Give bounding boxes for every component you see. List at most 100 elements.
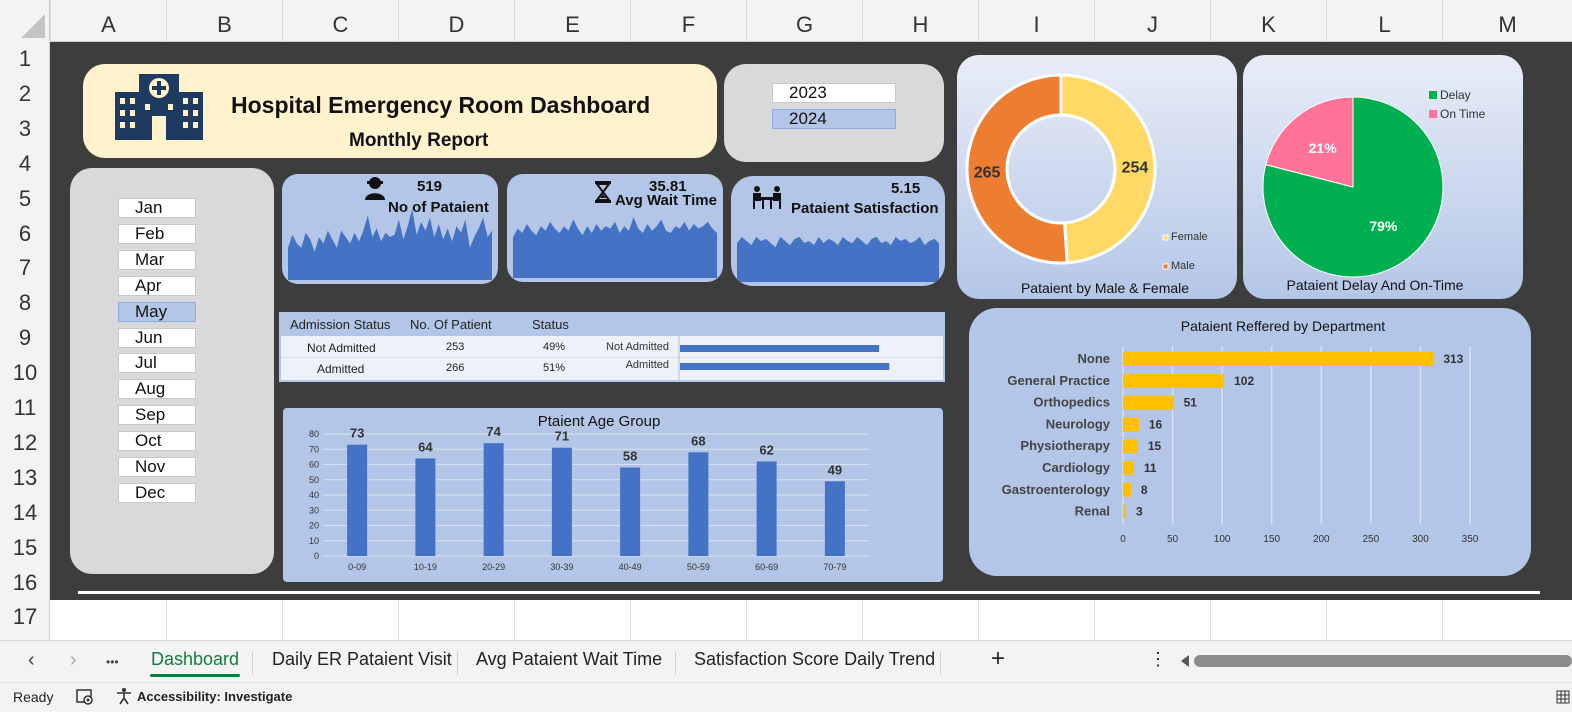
scroll-left-icon[interactable] [1180, 655, 1190, 667]
column-header-c[interactable]: C [282, 0, 398, 42]
row-header-13[interactable]: 13 [0, 465, 50, 491]
slice-value-label: 265 [974, 164, 1001, 181]
gender-donut-chart: 254 265 Female Male Pataient by Male & Femal… [965, 73, 1208, 296]
data-label: 73 [350, 426, 364, 441]
macro-record-icon[interactable] [76, 689, 94, 705]
tab-satisfaction-trend[interactable]: Satisfaction Score Daily Trend [694, 649, 935, 670]
status-ready: Ready [13, 689, 54, 705]
data-label: 68 [691, 433, 705, 448]
row-header-6[interactable]: 6 [0, 221, 50, 247]
category-label: General Practice [1007, 373, 1110, 388]
y-tick-label: 80 [309, 429, 319, 439]
column-header-a[interactable]: A [50, 0, 166, 42]
x-tick-label: 100 [1214, 534, 1231, 545]
row-header-15[interactable]: 15 [0, 535, 50, 561]
patients-sparkline [288, 209, 492, 280]
data-label: 51 [1184, 396, 1198, 410]
add-sheet-button[interactable]: + [991, 645, 1005, 673]
column-header-m[interactable]: M [1442, 0, 1572, 42]
chart-title: Pataient by Male & Female [1021, 280, 1189, 296]
row-header-11[interactable]: 11 [0, 395, 50, 421]
column-header-g[interactable]: G [746, 0, 862, 42]
age-bar [824, 481, 845, 556]
column-header-f[interactable]: F [630, 0, 746, 42]
tab-separator [940, 651, 941, 675]
month-nov-button[interactable]: Nov [118, 457, 196, 477]
column-header-h[interactable]: H [862, 0, 978, 42]
row-header-7[interactable]: 7 [0, 255, 50, 281]
month-jun-button[interactable]: Jun [118, 327, 196, 348]
x-tick-label: 0-09 [348, 562, 366, 572]
row-header-3[interactable]: 3 [0, 116, 50, 142]
accessibility-status[interactable]: Accessibility: Investigate [137, 689, 292, 704]
divider-line [78, 591, 1540, 594]
month-aug-button[interactable]: Aug [118, 379, 196, 400]
admission-count-cell: 266 [446, 362, 465, 374]
age-bar [620, 467, 641, 556]
select-all-corner[interactable] [0, 0, 50, 42]
x-tick-label: 350 [1462, 534, 1479, 545]
more-tabs-button[interactable]: ••• [106, 655, 119, 669]
row-header-8[interactable]: 8 [0, 290, 50, 316]
kpi-patients-card: 519 No of Pataient [282, 174, 498, 284]
column-header-b[interactable]: B [166, 0, 282, 42]
column-header-l[interactable]: L [1326, 0, 1442, 42]
active-tab-indicator [150, 674, 240, 677]
tab-daily-er-visit[interactable]: Daily ER Pataient Visit [272, 649, 452, 670]
column-header-k[interactable]: K [1210, 0, 1326, 42]
column-header-e[interactable]: E [514, 0, 630, 42]
legend-label: On Time [1440, 107, 1486, 121]
grid-line [1210, 600, 1211, 640]
month-jan-button[interactable]: Jan [118, 198, 196, 218]
row-header-5[interactable]: 5 [0, 186, 50, 212]
sparkline-area [737, 236, 939, 282]
slice-value-label: 79% [1369, 218, 1398, 234]
row-header-2[interactable]: 2 [0, 81, 50, 107]
grid-line [978, 600, 979, 640]
row-header-17[interactable]: 17 [0, 604, 50, 630]
x-tick-label: 200 [1313, 534, 1330, 545]
row-header-14[interactable]: 14 [0, 500, 50, 526]
column-header-d[interactable]: D [398, 0, 514, 42]
satisfaction-sparkline [737, 236, 939, 282]
month-jul-button[interactable]: Jul [118, 353, 196, 374]
horizontal-scrollbar[interactable] [1180, 655, 1572, 667]
column-header-j[interactable]: J [1094, 0, 1210, 42]
chevron-right-icon[interactable]: › [70, 649, 77, 672]
tab-separator [675, 651, 676, 675]
row-header-12[interactable]: 12 [0, 430, 50, 456]
month-sep-button[interactable]: Sep [118, 405, 196, 426]
year-2023-button[interactable]: 2023 [772, 83, 896, 103]
tab-dashboard[interactable]: Dashboard [151, 649, 239, 670]
accessibility-icon[interactable] [115, 687, 133, 705]
month-may-button[interactable]: May [118, 301, 196, 322]
data-label: 71 [555, 429, 569, 444]
department-bar [1123, 352, 1434, 366]
month-feb-button[interactable]: Feb [118, 223, 196, 244]
column-header-i[interactable]: I [978, 0, 1094, 42]
age-bar [756, 461, 777, 556]
admission-status-cell: Admitted [317, 362, 365, 376]
month-dec-button[interactable]: Dec [118, 482, 196, 503]
row-header-16[interactable]: 16 [0, 570, 50, 596]
tab-avg-wait-time[interactable]: Avg Pataient Wait Time [476, 649, 662, 670]
month-oct-button[interactable]: Oct [118, 431, 196, 452]
row-header-4[interactable]: 4 [0, 151, 50, 177]
row-header-9[interactable]: 9 [0, 325, 50, 351]
grid-line [1442, 600, 1443, 640]
normal-view-icon[interactable] [1556, 690, 1570, 704]
year-slicer: 2023 2024 [724, 64, 944, 162]
row-header-1[interactable]: 1 [0, 46, 50, 72]
kpi-wait-card: 35.81 Avg Wait Time [507, 174, 723, 282]
legend-label: Male [1171, 260, 1195, 272]
row-header-10[interactable]: 10 [0, 360, 50, 386]
department-bar [1123, 417, 1139, 432]
scrollbar-thumb[interactable] [1194, 655, 1572, 667]
empty-grid-row[interactable] [50, 600, 1572, 640]
chevron-left-icon[interactable]: ‹ [28, 649, 35, 672]
month-apr-button[interactable]: Apr [118, 275, 196, 296]
grid-line [1326, 600, 1327, 640]
year-2024-button[interactable]: 2024 [772, 109, 896, 129]
month-mar-button[interactable]: Mar [118, 249, 196, 270]
tabs-menu-button[interactable]: ⋮ [1149, 649, 1167, 670]
